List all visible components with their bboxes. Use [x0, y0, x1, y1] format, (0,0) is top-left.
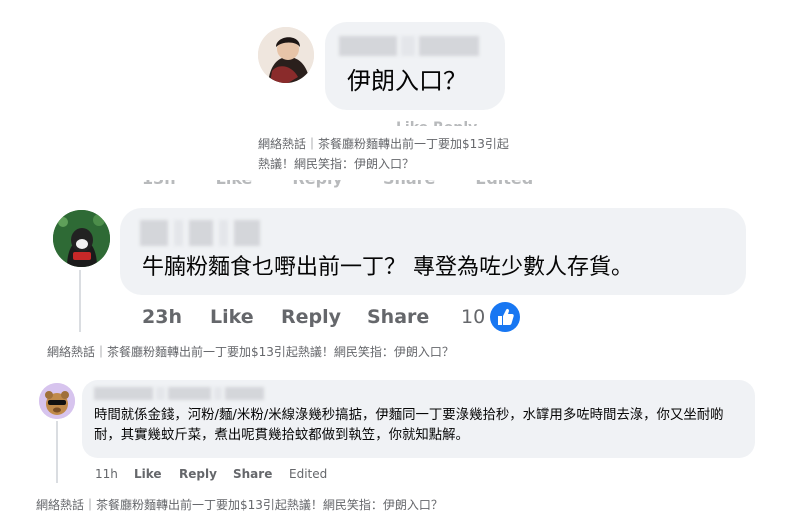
- ghost-reply: Reply: [292, 180, 343, 188]
- avatar[interactable]: [258, 27, 314, 83]
- like-reaction-icon: [490, 302, 520, 332]
- ghost-action-row: 13h Like Reply Share Edited: [142, 180, 542, 192]
- commenter-name-redacted: [140, 220, 260, 246]
- ghost-share: Share: [383, 180, 435, 188]
- comment-time[interactable]: 23h: [142, 304, 182, 330]
- reply-thread-line: [56, 421, 58, 483]
- commenter-name-redacted: [339, 36, 489, 56]
- share-button[interactable]: Share: [233, 466, 272, 482]
- edited-label: Edited: [289, 467, 328, 481]
- comment-bubble: 伊朗入口？: [325, 22, 505, 110]
- avatar[interactable]: [53, 210, 110, 267]
- like-button[interactable]: Like: [210, 304, 254, 330]
- article-caption: 網絡熱話｜茶餐廳粉麵轉出前一丁要加$13引起熱議！網民笑指：伊朗入口？: [36, 498, 443, 512]
- ghost-action-row: Like Reply: [396, 117, 516, 126]
- avatar[interactable]: [39, 383, 75, 419]
- comment-text: 牛腩粉麵食乜嘢出前一丁？ 專登為咗少數人存貨。: [142, 255, 633, 280]
- reply-thread-line: [79, 270, 81, 332]
- comment-text: 時間就係金錢，河粉/麵/米粉/米線淥幾秒搞掂，伊麵同一丁要淥幾拾秒，水罉用多咗時…: [94, 408, 724, 443]
- reply-button[interactable]: Reply: [179, 466, 217, 482]
- comment-bubble: 時間就係金錢，河粉/麵/米粉/米線淥幾秒搞掂，伊麵同一丁要淥幾拾秒，水罉用多咗時…: [82, 380, 755, 458]
- like-button[interactable]: Like: [134, 466, 162, 482]
- share-button[interactable]: Share: [367, 304, 429, 330]
- comment-text: 伊朗入口？: [347, 67, 467, 95]
- reply-button[interactable]: Reply: [281, 304, 341, 330]
- article-caption: 網絡熱話｜茶餐廳粉麵轉出前一丁要加$13引起熱議！網民笑指：伊朗入口？: [47, 345, 454, 359]
- commenter-name-redacted: [94, 387, 264, 400]
- article-caption: 網絡熱話｜茶餐廳粉麵轉出前一丁要加$13引起: [258, 137, 509, 151]
- ghost-edited: Edited: [475, 180, 533, 188]
- ghost-time: 13h: [142, 180, 176, 188]
- ghost-like: Like: [216, 180, 253, 188]
- reaction-count[interactable]: 10: [461, 304, 485, 330]
- comment-bubble: 牛腩粉麵食乜嘢出前一丁？ 專登為咗少數人存貨。: [120, 208, 746, 295]
- comment-time[interactable]: 11h: [95, 466, 118, 482]
- article-caption-line2: 熱議！網民笑指：伊朗入口？: [258, 157, 415, 171]
